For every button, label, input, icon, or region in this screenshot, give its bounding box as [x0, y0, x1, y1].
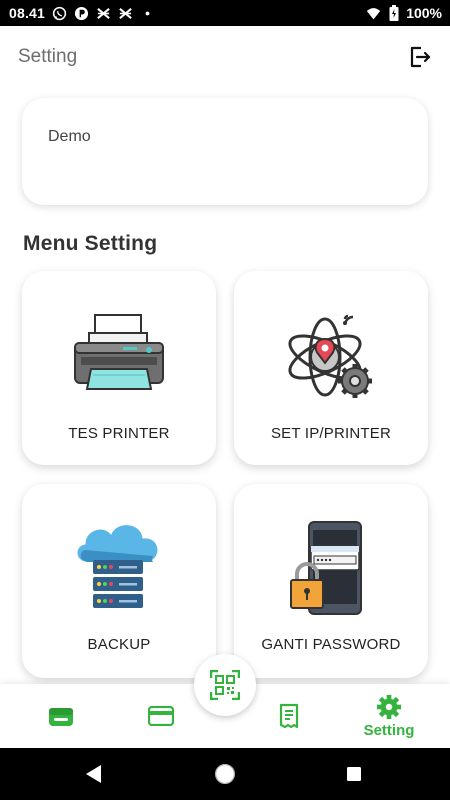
recents-button[interactable] — [342, 762, 366, 786]
gear-icon — [376, 694, 402, 720]
page-title: Setting — [18, 46, 78, 67]
cloud-server-illustration — [76, 524, 159, 608]
nav-item-receipt[interactable] — [244, 684, 334, 748]
credit-card-icon — [148, 703, 174, 729]
dot-icon — [140, 6, 155, 21]
wallet-icon — [48, 703, 74, 729]
receipt-icon — [276, 703, 302, 729]
ganti-password-label: GANTI PASSWORD — [261, 636, 401, 653]
xl-icon — [118, 6, 133, 21]
home-button[interactable] — [213, 762, 237, 786]
nav-item-card[interactable] — [116, 684, 206, 748]
set-ip-printer-tile[interactable]: SET IP/PRINTER — [234, 271, 428, 465]
status-right: 100% — [366, 5, 442, 21]
tes-printer-label: TES PRINTER — [68, 425, 170, 442]
battery-percent: 100% — [406, 5, 442, 21]
home-circle-icon — [215, 764, 235, 784]
tes-printer-tile[interactable]: TES PRINTER — [22, 271, 216, 465]
nav-label-setting: Setting — [363, 721, 415, 739]
logout-button[interactable] — [406, 43, 434, 71]
recents-square-icon — [347, 767, 361, 781]
scan-button[interactable] — [194, 654, 256, 716]
qr-scan-icon — [210, 670, 240, 700]
wifi-icon — [366, 6, 381, 21]
nav-item-wallet[interactable] — [16, 684, 106, 748]
status-left: 08.41 — [9, 5, 155, 21]
set-ip-printer-label: SET IP/PRINTER — [270, 425, 392, 442]
status-bar: 08.41 100% — [0, 0, 450, 26]
company-name: Demo — [48, 128, 91, 145]
status-time: 08.41 — [9, 5, 46, 21]
backup-tile[interactable]: BACKUP — [22, 484, 216, 678]
app-bar: Setting — [0, 26, 450, 88]
network-gear-illustration — [288, 314, 372, 398]
menu-section-title: Menu Setting — [23, 232, 158, 255]
logout-icon — [410, 46, 431, 68]
backup-label: BACKUP — [87, 636, 151, 653]
data-saver-icon — [74, 6, 89, 21]
printer-illustration — [74, 314, 164, 390]
battery-icon — [386, 5, 401, 21]
android-navigation-bar — [0, 748, 450, 800]
nav-item-setting[interactable]: Setting — [344, 684, 434, 748]
whatsapp-icon — [52, 6, 67, 21]
back-triangle-icon — [86, 765, 101, 783]
ganti-password-tile[interactable]: GANTI PASSWORD — [234, 484, 428, 678]
xl-icon — [96, 6, 111, 21]
phone-lock-illustration — [290, 521, 362, 615]
back-button[interactable] — [82, 762, 106, 786]
company-card: Demo — [22, 98, 428, 205]
